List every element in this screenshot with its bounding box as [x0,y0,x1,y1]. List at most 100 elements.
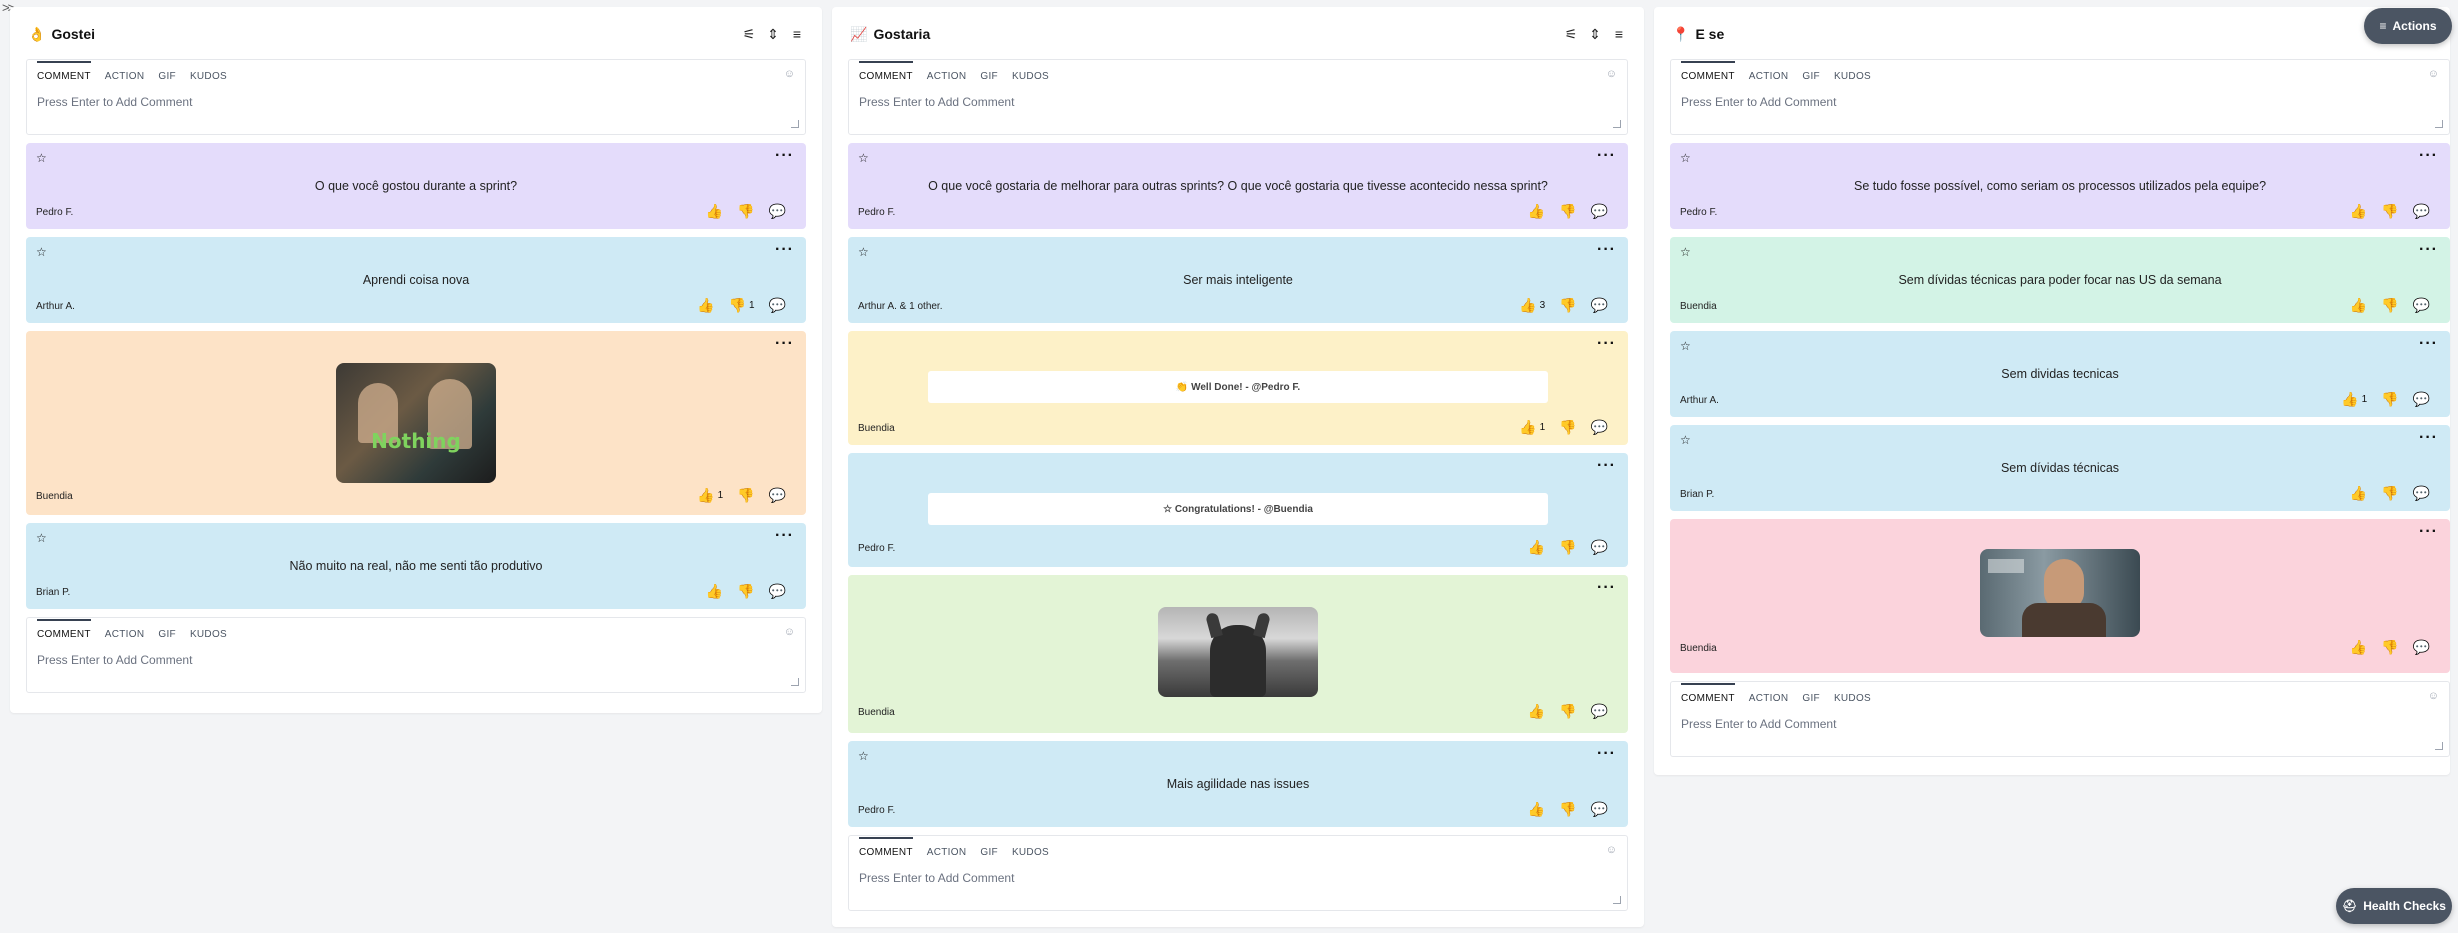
thumbs-down-icon[interactable]: 👎 [2381,297,2398,314]
more-icon[interactable]: ··· [1597,335,1616,353]
thumbs-down-icon[interactable]: 👎 1 [729,297,755,314]
comment-icon[interactable]: 💬 [769,583,786,600]
thumbs-up-icon[interactable]: 👍 [2350,297,2367,314]
thumbs-up-icon[interactable]: 👍 3 [1519,297,1545,314]
resize-handle-icon[interactable] [1613,120,1621,128]
more-icon[interactable]: ··· [1597,241,1616,259]
tab-action[interactable]: ACTION [1749,71,1789,86]
kudos-card[interactable]: ··· ☆ Congratulations! - @Buendia Pedro … [848,453,1628,567]
filter-icon[interactable]: ⚟ [742,26,756,43]
card[interactable]: ☆ ··· Não muito na real, não me senti tã… [26,523,806,609]
card[interactable]: ☆ ··· O que você gostaria de melhorar pa… [848,143,1628,229]
emoji-icon[interactable]: ☺ [1606,844,1617,856]
card[interactable]: ☆ ··· Sem dívidas técnicas para poder fo… [1670,237,2450,323]
more-icon[interactable]: ··· [2419,241,2438,259]
comment-icon[interactable]: 💬 [1591,801,1608,818]
more-icon[interactable]: ··· [2419,523,2438,541]
actions-button[interactable]: ≡ Actions [2364,8,2452,44]
emoji-icon[interactable]: ☺ [2428,68,2439,80]
thumbs-down-icon[interactable]: 👎 [737,203,754,220]
star-icon[interactable]: ☆ [36,531,47,545]
more-icon[interactable]: ··· [1597,745,1616,763]
thumbs-up-icon[interactable]: 👍 [697,297,714,314]
comment-input[interactable]: Press Enter to Add Comment [1681,95,2439,109]
comment-icon[interactable]: 💬 [769,487,786,504]
tab-kudos[interactable]: KUDOS [1834,693,1871,708]
thumbs-up-icon[interactable]: 👍 [2350,203,2367,220]
thumbs-up-icon[interactable]: 👍 [1528,539,1545,556]
comment-icon[interactable]: 💬 [1591,539,1608,556]
star-icon[interactable]: ☆ [1680,151,1691,165]
sort-icon[interactable]: ⇕ [1588,26,1602,43]
star-icon[interactable]: ☆ [1680,433,1691,447]
more-icon[interactable]: ··· [2419,147,2438,165]
card[interactable]: ☆ ··· Aprendi coisa nova Arthur A. 👍 👎 1 … [26,237,806,323]
resize-handle-icon[interactable] [791,120,799,128]
more-icon[interactable]: ··· [775,241,794,259]
thumbs-up-icon[interactable]: 👍 1 [697,487,723,504]
resize-handle-icon[interactable] [1613,896,1621,904]
tab-comment[interactable]: COMMENT [1681,683,1735,708]
comment-input[interactable]: Press Enter to Add Comment [37,95,795,109]
thumbs-down-icon[interactable]: 👎 [737,583,754,600]
thumbs-down-icon[interactable]: 👎 [2381,203,2398,220]
comment-icon[interactable]: 💬 [1591,203,1608,220]
more-icon[interactable]: ··· [2419,335,2438,353]
thumbs-down-icon[interactable]: 👎 [2381,639,2398,656]
emoji-icon[interactable]: ☺ [784,626,795,638]
gif-card[interactable]: ··· Nothing Buendia 👍 1 👎 💬 [26,331,806,515]
comment-icon[interactable]: 💬 [1591,297,1608,314]
card[interactable]: ☆ ··· O que você gostou durante a sprint… [26,143,806,229]
comment-icon[interactable]: 💬 [2413,391,2430,408]
tab-kudos[interactable]: KUDOS [1012,847,1049,862]
thumbs-up-icon[interactable]: 👍 [1528,801,1545,818]
tab-comment[interactable]: COMMENT [859,837,913,862]
tab-gif[interactable]: GIF [980,71,998,86]
menu-icon[interactable]: ≡ [1612,26,1626,43]
card[interactable]: ☆ ··· Sem dividas tecnicas Arthur A. 👍 1 … [1670,331,2450,417]
tab-gif[interactable]: GIF [158,71,176,86]
star-icon[interactable]: ☆ [36,151,47,165]
tab-gif[interactable]: GIF [158,629,176,644]
thumbs-down-icon[interactable]: 👎 [1559,203,1576,220]
tab-gif[interactable]: GIF [980,847,998,862]
star-icon[interactable]: ☆ [858,245,869,259]
tab-action[interactable]: ACTION [1749,693,1789,708]
thumbs-down-icon[interactable]: 👎 [1559,703,1576,720]
tab-comment[interactable]: COMMENT [1681,61,1735,86]
tab-action[interactable]: ACTION [105,629,145,644]
comment-icon[interactable]: 💬 [2413,639,2430,656]
sort-icon[interactable]: ⇕ [766,26,780,43]
health-checks-button[interactable]: ⛑ Health Checks [2336,888,2452,924]
tab-kudos[interactable]: KUDOS [1012,71,1049,86]
resize-handle-icon[interactable] [791,678,799,686]
card[interactable]: ☆ ··· Mais agilidade nas issues Pedro F.… [848,741,1628,827]
comment-icon[interactable]: 💬 [1591,703,1608,720]
star-icon[interactable]: ☆ [858,749,869,763]
gif-card[interactable]: ··· Buendia 👍 👎 💬 [848,575,1628,733]
tab-kudos[interactable]: KUDOS [190,71,227,86]
tab-action[interactable]: ACTION [927,847,967,862]
tab-kudos[interactable]: KUDOS [190,629,227,644]
emoji-icon[interactable]: ☺ [784,68,795,80]
tab-comment[interactable]: COMMENT [37,619,91,644]
star-icon[interactable]: ☆ [36,245,47,259]
thumbs-down-icon[interactable]: 👎 [1559,419,1576,436]
emoji-icon[interactable]: ☺ [1606,68,1617,80]
thumbs-down-icon[interactable]: 👎 [2381,391,2398,408]
thumbs-up-icon[interactable]: 👍 [1528,703,1545,720]
more-icon[interactable]: ··· [1597,457,1616,475]
card[interactable]: ☆ ··· Se tudo fosse possível, como seria… [1670,143,2450,229]
thumbs-down-icon[interactable]: 👎 [1559,297,1576,314]
comment-input[interactable]: Press Enter to Add Comment [859,871,1617,885]
thumbs-up-icon[interactable]: 👍 [2350,639,2367,656]
tab-comment[interactable]: COMMENT [859,61,913,86]
thumbs-down-icon[interactable]: 👎 [2381,485,2398,502]
more-icon[interactable]: ··· [1597,147,1616,165]
more-icon[interactable]: ··· [775,147,794,165]
filter-icon[interactable]: ⚟ [1564,26,1578,43]
comment-icon[interactable]: 💬 [769,297,786,314]
menu-icon[interactable]: ≡ [790,26,804,43]
resize-handle-icon[interactable] [2435,120,2443,128]
resize-handle-icon[interactable] [2435,742,2443,750]
